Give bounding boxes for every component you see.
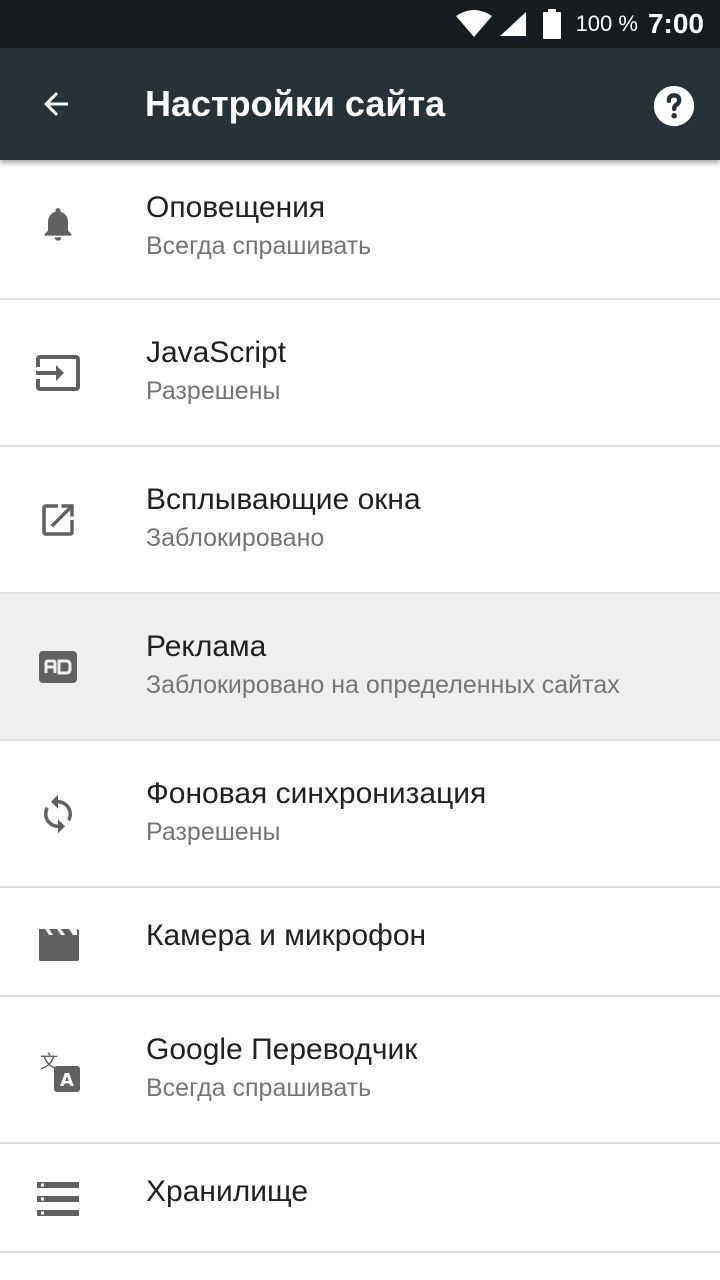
list-item-text: Google Переводчик Всегда спрашивать <box>146 1030 700 1106</box>
list-item-subtitle: Заблокировано <box>146 524 325 552</box>
list-item-popups[interactable]: Всплывающие окна Заблокировано <box>0 447 720 594</box>
input-arrow-icon <box>28 343 88 403</box>
list-item-text: Всплывающие окна Заблокировано <box>146 480 700 556</box>
page-title: Настройки сайта <box>145 83 446 124</box>
status-icons: 100 % 7:00 <box>455 0 704 48</box>
ad-icon <box>28 637 88 697</box>
list-item-title: Фоновая синхронизация <box>146 777 487 810</box>
list-item-subtitle: Всегда спрашивать <box>146 1074 372 1102</box>
list-item-background-sync[interactable]: Фоновая синхронизация Разрешены <box>0 741 720 888</box>
battery-level: 100 % <box>575 11 638 36</box>
status-bar: 100 % 7:00 <box>0 0 720 48</box>
list-item-notifications[interactable]: Оповещения Всегда спрашивать <box>0 160 720 300</box>
list-item-camera-microphone[interactable]: Камера и микрофон <box>0 888 720 997</box>
list-item-title: JavaScript <box>146 336 287 369</box>
list-item-title: Камера и микрофон <box>146 919 427 952</box>
list-item-title: Хранилище <box>146 1175 308 1208</box>
help-button[interactable] <box>652 84 696 128</box>
list-item-subtitle: Разрешены <box>146 377 281 405</box>
list-item-text: Оповещения Всегда спрашивать <box>146 188 700 264</box>
battery-icon <box>542 9 561 39</box>
list-item-title: Оповещения <box>146 191 326 224</box>
list-item-subtitle: Заблокировано на определенных сайтах <box>146 671 620 699</box>
site-settings-list: Оповещения Всегда спрашивать JavaScript … <box>0 160 720 1253</box>
back-button[interactable] <box>24 80 88 128</box>
clock: 7:00 <box>647 8 704 39</box>
list-item-title: Реклама <box>146 630 267 663</box>
arrow-back-icon <box>44 92 68 116</box>
svg-text:A: A <box>60 1070 74 1091</box>
list-item-text: Реклама Заблокировано на определенных са… <box>146 627 700 703</box>
list-item-text: JavaScript Разрешены <box>146 333 700 409</box>
signal-icon <box>499 12 526 36</box>
list-item-title: Всплывающие окна <box>146 483 421 516</box>
list-item-subtitle: Всегда спрашивать <box>146 232 372 260</box>
list-item-ads[interactable]: Реклама Заблокировано на определенных са… <box>0 594 720 741</box>
list-item-subtitle: Разрешены <box>146 818 281 846</box>
list-item-title: Google Переводчик <box>146 1033 418 1066</box>
list-item-google-translate[interactable]: 文 A Google Переводчик Всегда спрашивать <box>0 997 720 1144</box>
bell-icon <box>28 194 88 254</box>
list-item-text: Хранилище <box>146 1172 700 1212</box>
list-item-text: Фоновая синхронизация Разрешены <box>146 774 700 850</box>
camera-clapper-icon <box>28 913 88 973</box>
wifi-icon <box>455 10 492 37</box>
list-item-text: Камера и микрофон <box>146 916 700 956</box>
storage-icon <box>28 1169 88 1229</box>
list-item-storage[interactable]: Хранилище <box>0 1144 720 1253</box>
help-circle-icon <box>653 85 695 127</box>
sync-icon <box>28 784 88 844</box>
translate-icon: 文 A <box>28 1040 88 1100</box>
list-item-javascript[interactable]: JavaScript Разрешены <box>0 300 720 447</box>
app-bar: Настройки сайта <box>0 48 720 160</box>
open-in-new-icon <box>28 490 88 550</box>
